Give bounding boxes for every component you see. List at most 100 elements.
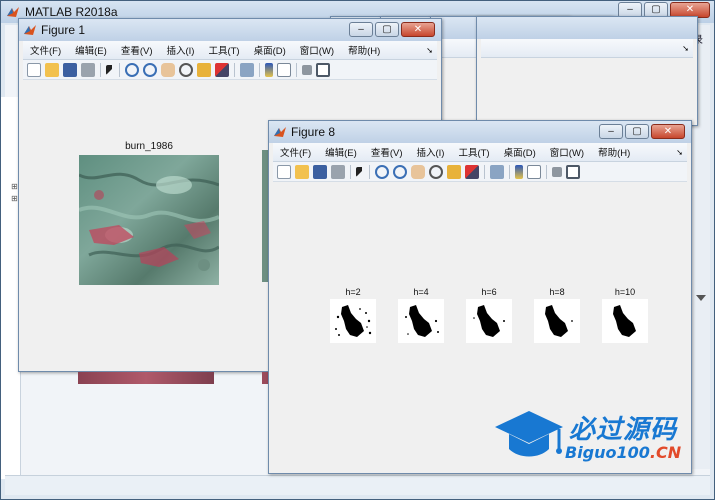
menu-edit[interactable]: 编辑(E)	[68, 43, 114, 57]
data-cursor-icon[interactable]	[197, 62, 211, 77]
brush-icon[interactable]	[215, 62, 229, 77]
menu-view[interactable]: 查看(V)	[114, 43, 160, 57]
binary-mask-thumbnail[interactable]	[534, 299, 580, 343]
image-title: burn_1986	[125, 141, 173, 152]
background-image-strip	[78, 372, 214, 384]
figure-8-toolbar	[273, 162, 687, 182]
satellite-image[interactable]	[79, 155, 219, 285]
folder-tree[interactable]: ⊞ ⊞	[11, 181, 18, 205]
tree-expand-icon[interactable]: ⊞	[11, 181, 18, 193]
menu-help[interactable]: 帮助(H)	[591, 145, 637, 159]
status-bar	[5, 475, 710, 495]
toolbar-separator	[350, 164, 351, 179]
thumbnail-label: h=8	[549, 287, 565, 297]
menu-window[interactable]: 窗口(W)	[293, 43, 341, 57]
binary-mask-thumbnail[interactable]	[466, 299, 512, 343]
zoom-out-icon[interactable]	[393, 164, 407, 179]
main-window-title: MATLAB R2018a	[25, 5, 118, 19]
figure-1-title-bar[interactable]: Figure 1 – ▢ ✕	[19, 19, 441, 41]
close-button[interactable]: ✕	[401, 22, 435, 37]
menu-desktop[interactable]: 桌面(D)	[497, 145, 543, 159]
new-file-icon[interactable]	[27, 62, 41, 77]
zoom-out-icon[interactable]	[143, 62, 157, 77]
binary-mask-thumbnail[interactable]	[398, 299, 444, 343]
menu-file[interactable]: 文件(F)	[273, 145, 318, 159]
collapse-arrow-icon[interactable]	[696, 295, 706, 301]
watermark: 必过源码 Biguo100.CN	[493, 405, 693, 465]
print-icon[interactable]	[81, 62, 95, 77]
open-folder-icon[interactable]	[295, 164, 309, 179]
watermark-en-suffix: .CN	[649, 443, 682, 462]
tree-expand-icon[interactable]: ⊞	[11, 193, 18, 205]
show-plot-tools-icon[interactable]	[316, 62, 330, 77]
menu-overflow-icon[interactable]: ➘	[426, 46, 437, 55]
menu-overflow-icon[interactable]: ➘	[682, 44, 693, 53]
figure-1-toolbar	[23, 60, 437, 80]
legend-icon[interactable]	[277, 62, 291, 77]
rotate-icon[interactable]	[179, 62, 193, 77]
toolbar-separator	[119, 62, 120, 77]
background-figure-window[interactable]: ➘	[476, 16, 698, 126]
new-file-icon[interactable]	[277, 164, 291, 179]
maximize-button[interactable]: ▢	[625, 124, 649, 139]
graduation-cap-icon	[495, 411, 563, 457]
print-icon[interactable]	[331, 164, 345, 179]
zoom-in-icon[interactable]	[375, 164, 389, 179]
menu-file[interactable]: 文件(F)	[23, 43, 68, 57]
close-button[interactable]: ✕	[651, 124, 685, 139]
minimize-button[interactable]: –	[599, 124, 623, 139]
toolbar-separator	[234, 62, 235, 77]
binary-mask-thumbnail[interactable]	[330, 299, 376, 343]
toolbar-separator	[100, 62, 101, 77]
figure-8-title: Figure 8	[291, 125, 336, 139]
link-icon[interactable]	[240, 62, 254, 77]
link-icon[interactable]	[490, 164, 504, 179]
menu-tools[interactable]: 工具(T)	[201, 43, 246, 57]
pointer-icon[interactable]	[106, 64, 114, 75]
figure-1-title: Figure 1	[41, 23, 86, 37]
open-folder-icon[interactable]	[45, 62, 59, 77]
menu-edit[interactable]: 编辑(E)	[318, 145, 364, 159]
pan-hand-icon[interactable]	[161, 62, 175, 77]
figure-8-title-bar[interactable]: Figure 8 – ▢ ✕	[269, 121, 691, 143]
rotate-icon[interactable]	[429, 164, 443, 179]
pan-hand-icon[interactable]	[411, 164, 425, 179]
thumbnail-label: h=4	[413, 287, 429, 297]
save-icon[interactable]	[313, 164, 327, 179]
show-plot-tools-icon[interactable]	[566, 164, 580, 179]
zoom-in-icon[interactable]	[125, 62, 139, 77]
binary-mask-thumbnail[interactable]	[602, 299, 648, 343]
colorbar-icon[interactable]	[265, 62, 273, 77]
thumbnail-label: h=2	[345, 287, 361, 297]
figure-8-menubar: 文件(F) 编辑(E) 查看(V) 插入(I) 工具(T) 桌面(D) 窗口(W…	[273, 143, 687, 162]
toolbar-separator	[484, 164, 485, 179]
hide-plot-tools-icon[interactable]	[552, 166, 562, 177]
background-figure-title-bar[interactable]	[477, 17, 697, 39]
toolbar-separator	[369, 164, 370, 179]
data-cursor-icon[interactable]	[447, 164, 461, 179]
maximize-button[interactable]: ▢	[375, 22, 399, 37]
menu-insert[interactable]: 插入(I)	[409, 145, 451, 159]
minimize-button[interactable]: –	[349, 22, 373, 37]
toolbar-separator	[259, 62, 260, 77]
matlab-logo-icon	[7, 7, 19, 17]
menu-window[interactable]: 窗口(W)	[543, 145, 591, 159]
colorbar-icon[interactable]	[515, 164, 523, 179]
hide-plot-tools-icon[interactable]	[302, 64, 312, 75]
menu-desktop[interactable]: 桌面(D)	[247, 43, 293, 57]
menu-overflow-icon[interactable]: ➘	[676, 148, 687, 157]
watermark-en-text: Biguo100.CN	[565, 443, 681, 462]
toolbar-separator	[546, 164, 547, 179]
thumbnail-label: h=6	[481, 287, 497, 297]
brush-icon[interactable]	[465, 164, 479, 179]
figure-icon	[274, 127, 286, 137]
menu-help[interactable]: 帮助(H)	[341, 43, 387, 57]
save-icon[interactable]	[63, 62, 77, 77]
legend-icon[interactable]	[527, 164, 541, 179]
menu-insert[interactable]: 插入(I)	[159, 43, 201, 57]
watermark-cn-text: 必过源码	[569, 415, 678, 445]
menu-view[interactable]: 查看(V)	[364, 145, 410, 159]
thumbnail-label: h=10	[614, 287, 636, 297]
menu-tools[interactable]: 工具(T)	[451, 145, 496, 159]
pointer-icon[interactable]	[356, 166, 364, 177]
